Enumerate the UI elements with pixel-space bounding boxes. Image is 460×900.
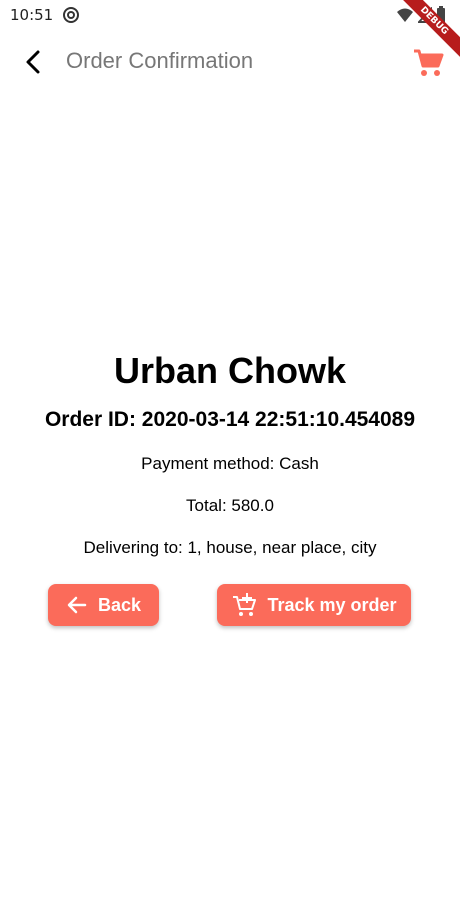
status-time: 10:51 — [10, 6, 54, 24]
at-sign-icon — [62, 6, 80, 29]
order-summary: Urban Chowk Order ID: 2020-03-14 22:51:1… — [0, 340, 460, 558]
arrow-back-icon — [16, 50, 52, 84]
track-order-label: Track my order — [267, 594, 397, 615]
app-bar: Order Confirmation — [0, 30, 460, 94]
back-arrow-button[interactable] — [16, 44, 52, 80]
back-button[interactable]: Back — [48, 584, 159, 626]
back-button-label: Back — [97, 594, 142, 615]
add-shopping-cart-icon — [231, 592, 257, 618]
status-bar: 10:51 — [0, 0, 460, 30]
order-id: Order ID: 2020-03-14 22:51:10.454089 — [44, 408, 416, 431]
payment-method: Payment method: Cash — [141, 454, 319, 473]
shopping-cart-icon — [410, 49, 446, 84]
cart-button[interactable] — [410, 44, 446, 80]
order-total: Total: 580.0 — [186, 496, 274, 515]
track-order-button[interactable]: Track my order — [217, 584, 411, 626]
arrow-left-icon — [66, 594, 88, 616]
page-title: Order Confirmation — [66, 48, 254, 73]
restaurant-name: Urban Chowk — [113, 350, 346, 391]
delivery-address: Delivering to: 1, house, near place, cit… — [83, 538, 377, 557]
